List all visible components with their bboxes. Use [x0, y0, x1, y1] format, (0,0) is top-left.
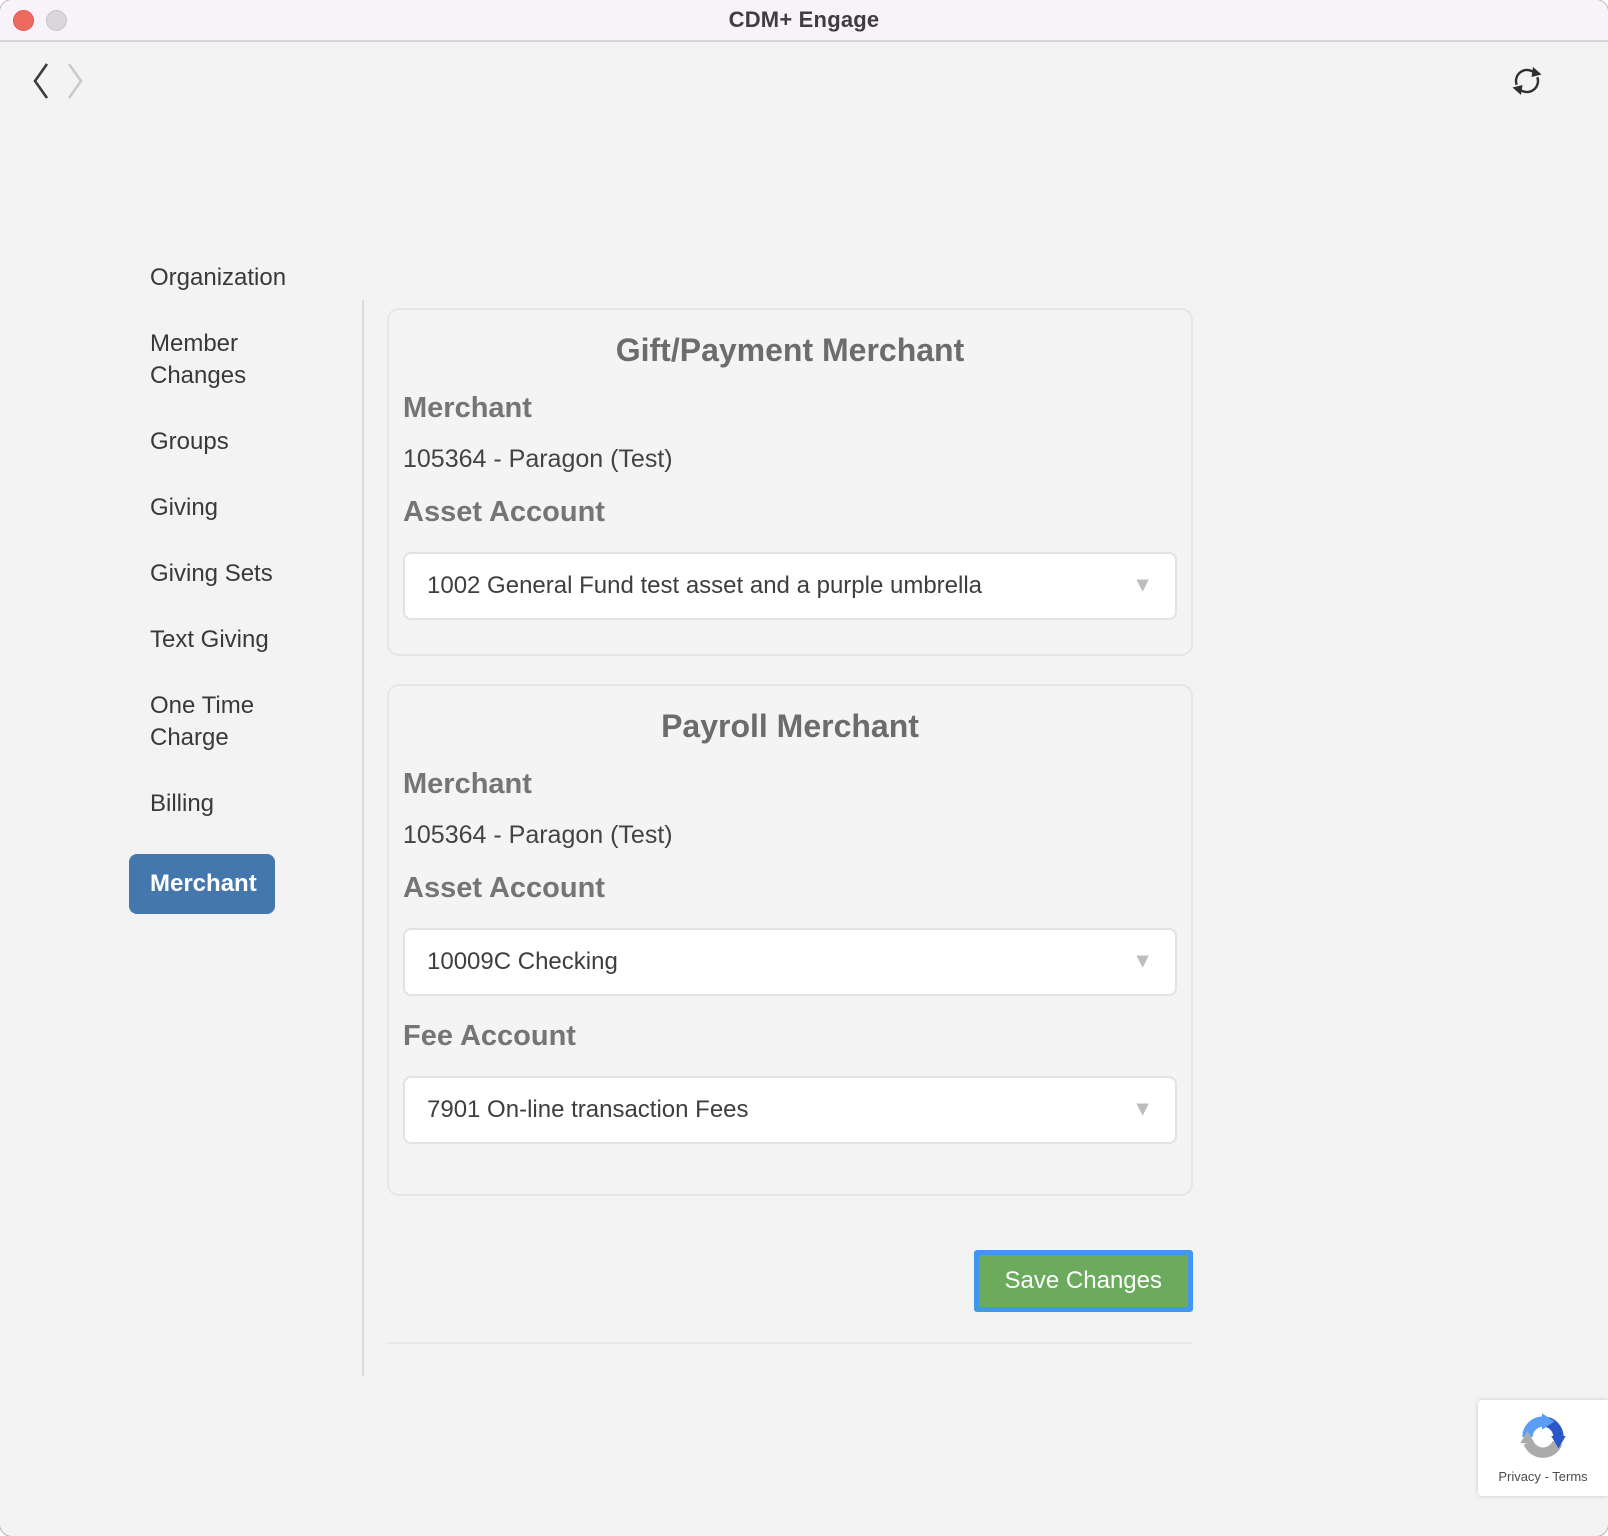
refresh-icon [1510, 64, 1544, 98]
payroll-merchant-panel: Payroll Merchant Merchant 105364 - Parag… [387, 684, 1193, 1196]
merchant-label: Merchant [403, 392, 1177, 424]
gift-asset-account-select[interactable]: 1002 General Fund test asset and a purpl… [403, 552, 1177, 620]
recaptcha-badge: Privacy - Terms [1478, 1400, 1608, 1496]
window-controls [13, 0, 67, 40]
asset-account-label: Asset Account [403, 496, 1177, 528]
selected-option-text: 10009C Checking [427, 948, 618, 976]
recaptcha-logo-icon [1512, 1405, 1574, 1467]
terms-link[interactable]: Terms [1552, 1469, 1587, 1484]
payroll-fee-account-select[interactable]: 7901 On-line transaction Fees ▼ [403, 1076, 1177, 1144]
privacy-link[interactable]: Privacy [1498, 1469, 1541, 1484]
sidebar-item-giving-sets[interactable]: Giving Sets [127, 558, 287, 590]
close-button[interactable] [13, 10, 34, 31]
sidebar-item-organization[interactable]: Organization [127, 262, 287, 294]
merchant-settings-content: Gift/Payment Merchant Merchant 105364 - … [387, 308, 1193, 1344]
privacy-terms-separator: - [1545, 1469, 1549, 1484]
window-title: CDM+ Engage [729, 7, 880, 33]
content-divider [387, 1342, 1193, 1344]
panel-title: Payroll Merchant [403, 708, 1177, 744]
refresh-button[interactable] [1510, 64, 1544, 98]
back-button[interactable] [30, 60, 54, 102]
sidebar-item-member-changes[interactable]: Member Changes [127, 328, 287, 392]
selected-option-text: 1002 General Fund test asset and a purpl… [427, 572, 982, 600]
settings-sidebar: Organization Member Changes Groups Givin… [127, 262, 317, 948]
panel-title: Gift/Payment Merchant [403, 332, 1177, 368]
save-button-focus-ring: Save Changes [974, 1250, 1193, 1312]
merchant-value: 105364 - Paragon (Test) [403, 822, 1177, 848]
save-changes-button[interactable]: Save Changes [979, 1255, 1188, 1307]
merchant-label: Merchant [403, 768, 1177, 800]
privacy-terms: Privacy - Terms [1498, 1469, 1587, 1484]
chevron-right-icon [62, 60, 86, 102]
sidebar-item-groups[interactable]: Groups [127, 426, 287, 458]
gift-payment-merchant-panel: Gift/Payment Merchant Merchant 105364 - … [387, 308, 1193, 656]
sidebar-divider [362, 300, 364, 1376]
sidebar-item-text-giving[interactable]: Text Giving [127, 624, 287, 656]
save-row: Save Changes [387, 1250, 1193, 1312]
chevron-left-icon [30, 60, 54, 102]
payroll-asset-account-select[interactable]: 10009C Checking ▼ [403, 928, 1177, 996]
titlebar: CDM+ Engage [0, 0, 1608, 42]
sidebar-item-one-time-charge[interactable]: One Time Charge [127, 690, 287, 754]
sidebar-item-merchant[interactable]: Merchant [129, 854, 275, 914]
sidebar-item-billing[interactable]: Billing [127, 788, 287, 820]
minimize-button[interactable] [46, 10, 67, 31]
sidebar-item-giving[interactable]: Giving [127, 492, 287, 524]
chevron-down-icon: ▼ [1132, 950, 1153, 974]
forward-button[interactable] [62, 60, 86, 102]
chevron-down-icon: ▼ [1132, 574, 1153, 598]
selected-option-text: 7901 On-line transaction Fees [427, 1096, 749, 1124]
fee-account-label: Fee Account [403, 1020, 1177, 1052]
app-window: CDM+ Engage Organization Member Changes … [0, 0, 1608, 1536]
asset-account-label: Asset Account [403, 872, 1177, 904]
chevron-down-icon: ▼ [1132, 1098, 1153, 1122]
merchant-value: 105364 - Paragon (Test) [403, 446, 1177, 472]
